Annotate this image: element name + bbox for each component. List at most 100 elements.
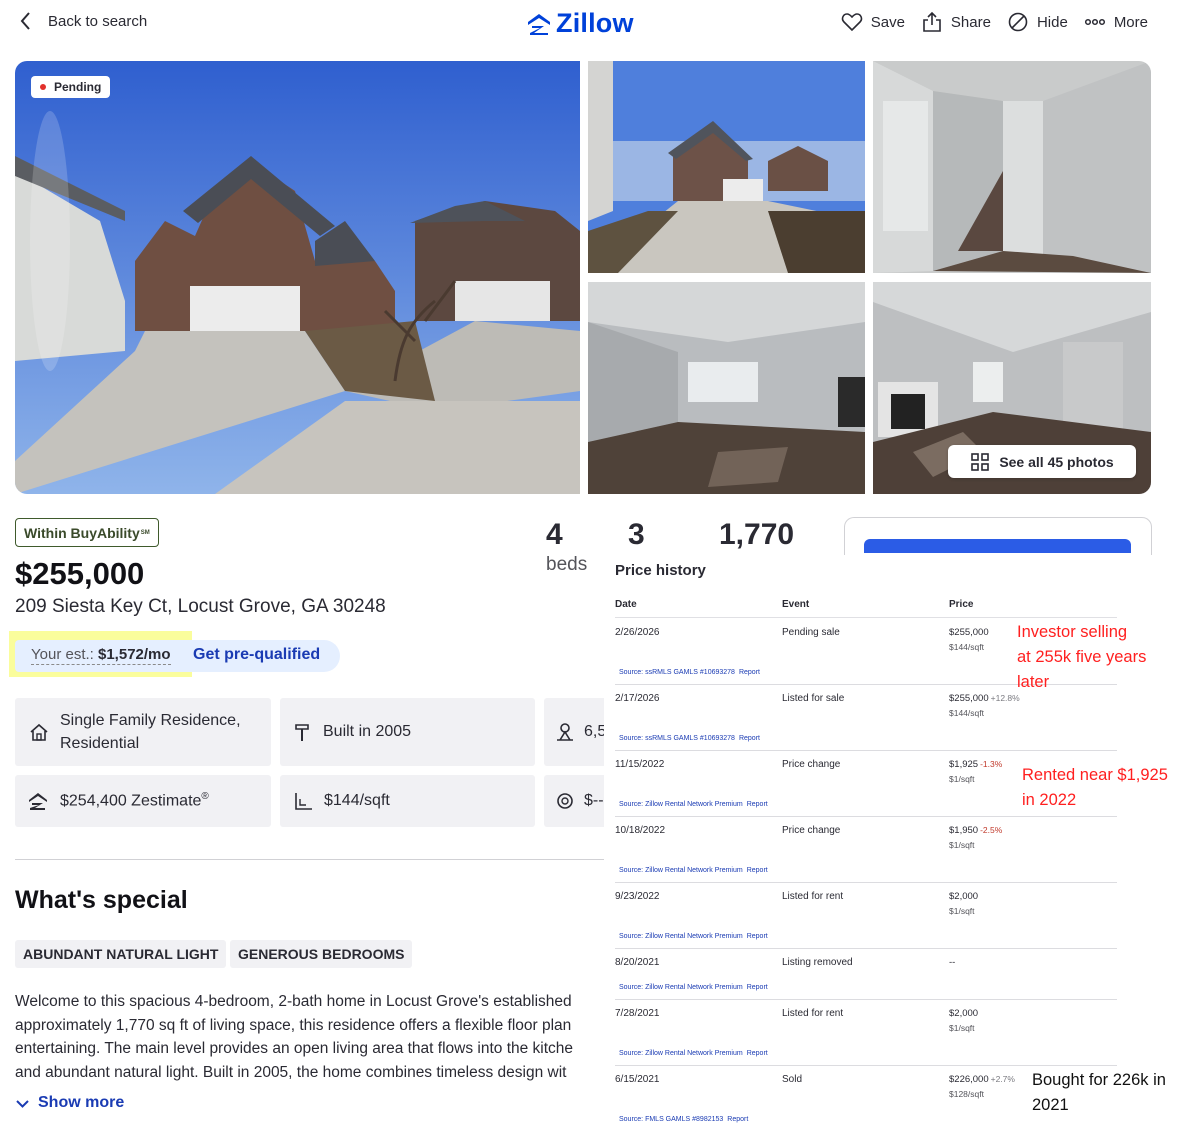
history-per-sqft: $1/sqft (949, 906, 975, 916)
history-price-cell: $2,000 (949, 891, 978, 902)
history-price: $2,000 (949, 1008, 979, 1019)
history-price-cell: $2,000 (949, 1008, 978, 1019)
status-badge-label: Pending (54, 80, 102, 94)
history-date: 9/23/2022 (615, 891, 660, 902)
annotation-rented: Rented near $1,925 in 2022 (1022, 763, 1168, 813)
photo-house-side-view[interactable] (588, 61, 865, 273)
history-change: +2.7% (990, 1074, 1015, 1084)
hide-icon (1008, 12, 1028, 32)
contact-agent-button[interactable] (864, 539, 1131, 553)
description-line: and abundant natural light. Built in 200… (15, 1063, 567, 1081)
header-actions: Save Share Hide More (841, 11, 1148, 33)
logo-text: Zillow (556, 8, 634, 38)
report-link[interactable]: Report (747, 1050, 768, 1057)
more-button[interactable]: More (1084, 11, 1148, 33)
photo-living-room[interactable] (588, 282, 865, 494)
report-link[interactable]: Report (747, 933, 768, 940)
annotation-line: Rented near $1,925 (1022, 766, 1168, 784)
more-label: More (1113, 13, 1148, 31)
annotation-investor: Investor selling at 255k five years late… (1017, 620, 1146, 695)
buyability-label: Within BuyAbility (24, 524, 140, 541)
save-button[interactable]: Save (841, 11, 905, 33)
history-price-cell: $255,000 (949, 627, 989, 638)
history-price: -- (949, 957, 956, 968)
history-source: Source: ssRMLS GAMLS #10693278 Report (615, 669, 760, 676)
listing-address: 209 Siesta Key Ct, Locust Grove, GA 3024… (15, 596, 386, 617)
history-price: $226,000 (949, 1074, 989, 1085)
history-date: 2/26/2026 (615, 627, 660, 638)
description-line: entertaining. The main level provides an… (15, 1040, 574, 1057)
history-date: 10/18/2022 (615, 825, 666, 836)
fact-zestimate[interactable]: $254,400 Zestimate® (15, 775, 271, 827)
estimate-value: $1,572/mo (98, 646, 171, 663)
lot-size-label: 6,5 (584, 723, 607, 740)
annotation-line: 2021 (1032, 1096, 1069, 1114)
year-built-label: Built in 2005 (323, 723, 412, 740)
report-link[interactable]: Report (739, 669, 760, 676)
home-type-line1: Single Family Residence, (60, 712, 241, 729)
header-divider (615, 617, 1117, 618)
top-header: Back to search Zillow Save Share Hide Mo… (0, 0, 1200, 46)
history-price-cell: $226,000 +2.7% (949, 1074, 1015, 1085)
history-source-text: Source: ssRMLS GAMLS #10693278 (619, 735, 735, 742)
description-line: Welcome to this spacious 4-bedroom, 2-ba… (15, 993, 572, 1010)
report-link[interactable]: Report (747, 867, 768, 874)
history-price: $1,925 (949, 759, 979, 770)
annotation-line: Investor selling (1017, 623, 1128, 641)
history-source-text: Source: ssRMLS GAMLS #10693278 (619, 669, 735, 676)
price-history-row: 7/28/2021 Listed for rent $2,000 $1/sqft Sou… (615, 1008, 1117, 1066)
main-photo-house-exterior[interactable] (15, 61, 580, 494)
history-event: Listed for rent (782, 1008, 844, 1019)
show-more-button[interactable]: Show more (15, 1094, 124, 1112)
back-to-search-link[interactable]: Back to search (18, 10, 147, 32)
zestimate-mark: ® (201, 791, 209, 803)
history-event: Pending sale (782, 627, 840, 638)
history-per-sqft: $144/sqft (949, 642, 984, 652)
fact-price-per-sqft: $144/sqft (280, 775, 535, 827)
save-label: Save (870, 13, 905, 31)
grid-icon (971, 452, 990, 471)
annotation-line: later (1017, 673, 1050, 691)
back-label: Back to search (48, 12, 148, 30)
history-source: Source: Zillow Rental Network Premium Rep… (615, 984, 768, 991)
share-button[interactable]: Share (921, 11, 991, 33)
history-source-text: Source: Zillow Rental Network Premium (619, 1050, 743, 1057)
row-divider (615, 1065, 1117, 1066)
history-event: Sold (782, 1074, 803, 1085)
report-link[interactable]: Report (727, 1116, 748, 1123)
history-source: Source: Zillow Rental Network Premium Rep… (615, 933, 768, 940)
annotation-line: Bought for 226k in (1032, 1071, 1166, 1089)
history-price-cell: $1,950 -2.5% (949, 825, 1002, 836)
hoa-label: $-- (584, 792, 604, 809)
fact-year-built: Built in 2005 (280, 698, 535, 766)
history-date: 6/15/2021 (615, 1074, 660, 1085)
section-divider (15, 859, 605, 860)
photo-interior-stairs[interactable] (873, 61, 1151, 273)
lot-size-icon (557, 723, 573, 741)
get-prequalified-link[interactable]: Get pre-qualified (193, 646, 320, 664)
house-type-icon (30, 723, 48, 741)
pending-dot-icon (40, 84, 46, 90)
hide-button[interactable]: Hide (1007, 11, 1068, 33)
report-link[interactable]: Report (739, 735, 760, 742)
history-event: Listed for sale (782, 693, 845, 704)
annotation-line: in 2022 (1022, 791, 1077, 809)
history-per-sqft: $1/sqft (949, 774, 975, 784)
report-link[interactable]: Report (747, 801, 768, 808)
monthly-estimate[interactable]: Your est.: $1,572/mo (31, 646, 171, 665)
buyability-badge[interactable]: Within BuyAbility SM (15, 518, 159, 547)
history-source: Source: Zillow Rental Network Premium Rep… (615, 867, 768, 874)
estimate-label: Your est.: (31, 646, 94, 663)
history-change: -1.3% (980, 759, 1003, 769)
report-link[interactable]: Report (747, 984, 768, 991)
see-all-photos-button[interactable]: See all 45 photos (948, 445, 1136, 478)
see-all-label: See all 45 photos (999, 453, 1114, 470)
beds-count: 4 (546, 518, 563, 551)
history-date: 8/20/2021 (615, 957, 660, 968)
price-per-sqft-label: $144/sqft (324, 792, 390, 809)
feature-tag: GENEROUS BEDROOMS (230, 940, 413, 968)
history-event: Listed for rent (782, 891, 844, 902)
zillow-logo[interactable]: Zillow (526, 8, 634, 39)
history-source-text: Source: Zillow Rental Network Premium (619, 801, 743, 808)
history-per-sqft: $1/sqft (949, 840, 975, 850)
